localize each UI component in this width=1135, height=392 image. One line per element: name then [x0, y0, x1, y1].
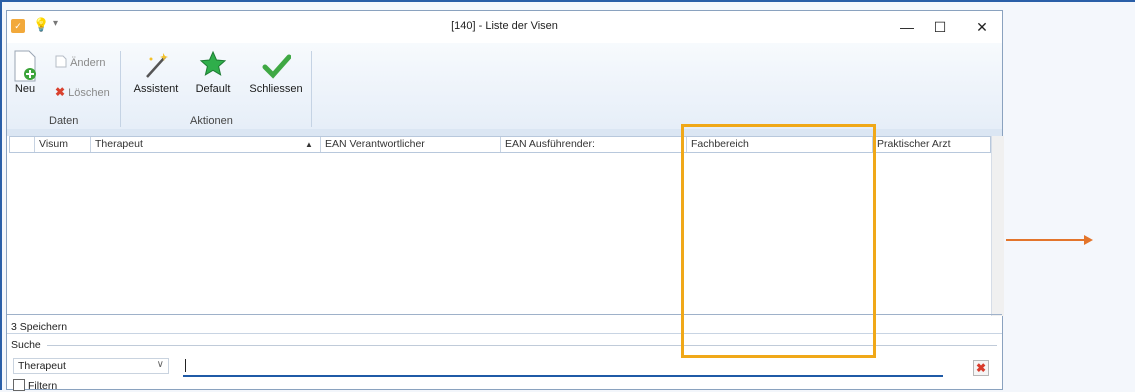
aendern-button[interactable]: Ändern: [55, 55, 106, 69]
minimize-button[interactable]: —: [890, 17, 924, 37]
grid-vertical-scrollbar[interactable]: [991, 136, 1004, 316]
column-header-therapeut[interactable]: Therapeut ▲: [90, 137, 320, 152]
search-field-select[interactable]: Therapeut ∨: [13, 358, 169, 374]
edit-document-icon: [55, 55, 67, 68]
sort-ascending-icon: ▲: [305, 140, 313, 149]
ribbon: Neu Ändern ✖ Löschen Daten Assistent Def…: [7, 43, 1002, 130]
new-document-icon: [14, 50, 36, 82]
search-field-select-value: Therapeut: [18, 360, 66, 372]
clear-x-icon: ✖: [975, 361, 987, 375]
default-button[interactable]: Default: [191, 49, 235, 95]
default-label: Default: [195, 83, 231, 95]
magic-wand-icon: [146, 53, 168, 78]
text-caret: [185, 359, 186, 372]
aendern-label: Ändern: [70, 57, 106, 69]
star-icon: [199, 50, 227, 76]
schliessen-button[interactable]: Schliessen: [245, 49, 307, 95]
fachbereich-highlight-box: [681, 124, 876, 358]
background-left-border: [0, 0, 2, 390]
checkmark-icon: [262, 54, 291, 79]
chevron-down-icon: ∨: [156, 359, 164, 370]
row-indicator-header: [10, 137, 34, 152]
assistent-label: Assistent: [133, 83, 179, 95]
ribbon-separator: [120, 51, 121, 127]
column-header-ean-ausfuehrender[interactable]: EAN Ausführender:: [500, 137, 686, 152]
column-header-ean-verantwortlicher[interactable]: EAN Verantwortlicher: [320, 137, 500, 152]
column-header-praktischer-arzt[interactable]: Praktischer Arzt: [872, 137, 990, 152]
assistent-button[interactable]: Assistent: [127, 49, 185, 95]
checkbox-box: [13, 379, 25, 391]
column-header-visum[interactable]: Visum: [34, 137, 90, 152]
ribbon-separator-2: [311, 51, 312, 127]
close-button[interactable]: ✕: [965, 17, 999, 37]
filter-checkbox[interactable]: Filtern: [13, 379, 57, 392]
window-title: [140] - Liste der Visen: [451, 20, 558, 32]
title-bar: ✓ 💡 ▾ [140] - Liste der Visen — ☐ ✕: [7, 11, 1002, 43]
delete-x-icon: ✖: [55, 85, 66, 99]
maximize-button[interactable]: ☐: [923, 17, 957, 37]
background-top-border: [0, 0, 1135, 2]
neu-button[interactable]: Neu: [11, 49, 39, 95]
clear-search-button[interactable]: ✖: [973, 360, 989, 376]
status-text: 3 Speichern: [11, 321, 68, 333]
suche-section-label: Suche: [11, 339, 41, 351]
annotation-arrow-head: [1084, 235, 1093, 245]
loeschen-label: Löschen: [68, 87, 110, 99]
daten-group-label: Daten: [49, 115, 79, 127]
annotation-arrow-line: [1006, 239, 1086, 241]
filter-label: Filtern: [28, 380, 58, 392]
neu-label: Neu: [14, 83, 36, 95]
search-input[interactable]: [183, 358, 943, 377]
schliessen-label: Schliessen: [249, 83, 303, 95]
therapeut-header-label: Therapeut: [95, 138, 143, 150]
aktionen-group-label: Aktionen: [190, 115, 233, 127]
loeschen-button[interactable]: ✖ Löschen: [55, 85, 110, 99]
